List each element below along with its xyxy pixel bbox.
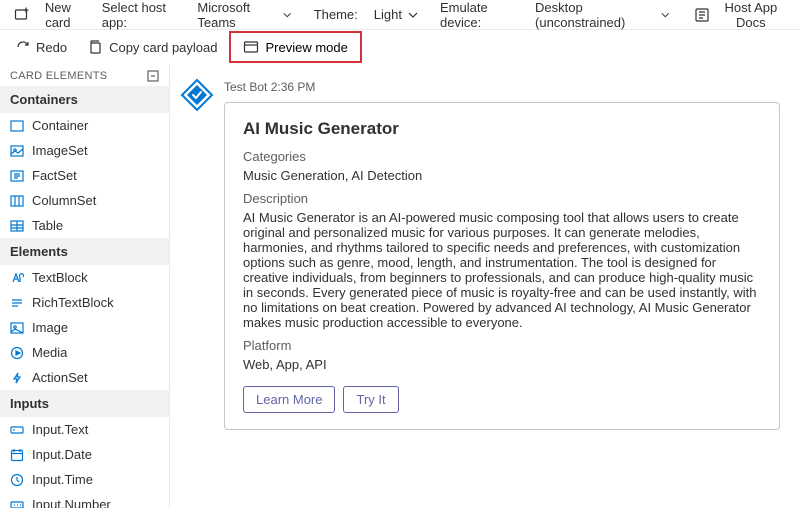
- emulate-dropdown[interactable]: Desktop (unconstrained): [527, 0, 678, 34]
- sidebar-item-container[interactable]: Container: [0, 113, 169, 138]
- input-time-icon: [10, 473, 24, 487]
- sidebar-item-image[interactable]: Image: [0, 315, 169, 340]
- host-app-docs-label: Host App Docs: [716, 0, 786, 30]
- sidebar-item-richtextblock[interactable]: RichTextBlock: [0, 290, 169, 315]
- sidebar-item-factset[interactable]: FactSet: [0, 163, 169, 188]
- host-app-dropdown[interactable]: Microsoft Teams: [189, 0, 299, 34]
- sidebar-item-label: Media: [32, 345, 67, 360]
- columnset-icon: [10, 194, 24, 208]
- sidebar-item-label: RichTextBlock: [32, 295, 114, 310]
- sidebar-item-label: FactSet: [32, 168, 77, 183]
- sidebar-item-label: Container: [32, 118, 88, 133]
- sidebar-item-label: Table: [32, 218, 63, 233]
- bot-name: Test Bot: [224, 80, 267, 94]
- host-app-value: Microsoft Teams: [197, 0, 277, 30]
- redo-label: Redo: [36, 40, 67, 55]
- sidebar-item-label: Input.Time: [32, 472, 93, 487]
- theme-label: Theme:: [304, 7, 362, 22]
- sidebar-item-imageset[interactable]: ImageSet: [0, 138, 169, 163]
- image-icon: [10, 321, 24, 335]
- bot-meta: Test Bot 2:36 PM: [224, 80, 780, 94]
- bot-time: 2:36 PM: [271, 80, 316, 94]
- theme-dropdown[interactable]: Light: [366, 3, 426, 26]
- new-card-button[interactable]: New card: [6, 0, 88, 34]
- docs-icon: [694, 7, 710, 23]
- sidebar-item-label: ImageSet: [32, 143, 88, 158]
- card-platform-label: Platform: [243, 338, 761, 353]
- main-layout: CARD ELEMENTS Containers Container Image…: [0, 64, 800, 508]
- table-icon: [10, 219, 24, 233]
- sidebar-item-actionset[interactable]: ActionSet: [0, 365, 169, 390]
- sidebar-item-label: ActionSet: [32, 370, 88, 385]
- chevron-down-icon: [283, 10, 291, 20]
- sidebar-group-elements[interactable]: Elements: [0, 238, 169, 265]
- bot-avatar-icon: [180, 78, 214, 112]
- emulate-value: Desktop (unconstrained): [535, 0, 655, 30]
- copy-payload-button[interactable]: Copy card payload: [79, 35, 225, 59]
- card-actions: Learn More Try It: [243, 386, 761, 413]
- factset-icon: [10, 169, 24, 183]
- sidebar-item-textblock[interactable]: TextBlock: [0, 265, 169, 290]
- redo-icon: [14, 39, 30, 55]
- sidebar-item-input-text[interactable]: Input.Text: [0, 417, 169, 442]
- actionset-icon: [10, 371, 24, 385]
- sidebar-item-columnset[interactable]: ColumnSet: [0, 188, 169, 213]
- sidebar-item-input-number[interactable]: Input.Number: [0, 492, 169, 508]
- secondary-toolbar: Redo Copy card payload Preview mode: [0, 30, 800, 64]
- sidebar-item-label: ColumnSet: [32, 193, 96, 208]
- input-date-icon: [10, 448, 24, 462]
- card-elements-header: CARD ELEMENTS: [0, 64, 169, 86]
- imageset-icon: [10, 144, 24, 158]
- sidebar-item-label: Input.Text: [32, 422, 88, 437]
- input-number-icon: [10, 498, 24, 508]
- preview-mode-button[interactable]: Preview mode: [233, 35, 357, 59]
- preview-mode-label: Preview mode: [265, 40, 347, 55]
- sidebar-item-media[interactable]: Media: [0, 340, 169, 365]
- container-icon: [10, 119, 24, 133]
- sidebar-item-input-date[interactable]: Input.Date: [0, 442, 169, 467]
- preview-icon: [243, 39, 259, 55]
- richtext-icon: [10, 296, 24, 310]
- theme-value: Light: [374, 7, 402, 22]
- sidebar-item-table[interactable]: Table: [0, 213, 169, 238]
- preview-area: Test Bot 2:36 PM AI Music Generator Cate…: [170, 64, 800, 508]
- input-text-icon: [10, 423, 24, 437]
- sidebar-group-containers[interactable]: Containers: [0, 86, 169, 113]
- textblock-icon: [10, 271, 24, 285]
- card-description: AI Music Generator is an AI-powered musi…: [243, 210, 761, 330]
- chevron-down-icon: [408, 10, 418, 20]
- sidebar-item-label: TextBlock: [32, 270, 88, 285]
- learn-more-button[interactable]: Learn More: [243, 386, 335, 413]
- card-description-label: Description: [243, 191, 761, 206]
- host-app-docs-button[interactable]: Host App Docs: [686, 0, 794, 34]
- sidebar-group-inputs[interactable]: Inputs: [0, 390, 169, 417]
- card-platform: Web, App, API: [243, 357, 761, 372]
- emulate-label: Emulate device:: [430, 0, 523, 30]
- card-elements-panel: CARD ELEMENTS Containers Container Image…: [0, 64, 170, 508]
- sidebar-item-label: Image: [32, 320, 68, 335]
- copy-payload-label: Copy card payload: [109, 40, 217, 55]
- card-elements-title: CARD ELEMENTS: [10, 70, 107, 82]
- sidebar-item-label: Input.Number: [32, 497, 111, 508]
- adaptive-card: AI Music Generator Categories Music Gene…: [224, 102, 780, 430]
- copy-icon: [87, 39, 103, 55]
- collapse-icon[interactable]: [147, 70, 159, 82]
- top-toolbar: New card Select host app: Microsoft Team…: [0, 0, 800, 30]
- redo-button[interactable]: Redo: [6, 35, 75, 59]
- card-column: Test Bot 2:36 PM AI Music Generator Cate…: [224, 72, 800, 508]
- chevron-down-icon: [661, 10, 669, 20]
- media-icon: [10, 346, 24, 360]
- card-title: AI Music Generator: [243, 119, 761, 139]
- preview-mode-highlight: Preview mode: [229, 31, 361, 63]
- try-it-button[interactable]: Try It: [343, 386, 398, 413]
- select-host-label: Select host app:: [92, 0, 186, 30]
- sidebar-item-input-time[interactable]: Input.Time: [0, 467, 169, 492]
- sidebar-item-label: Input.Date: [32, 447, 92, 462]
- new-card-icon: [14, 7, 30, 23]
- card-categories-label: Categories: [243, 149, 761, 164]
- card-categories: Music Generation, AI Detection: [243, 168, 761, 183]
- new-card-label: New card: [36, 0, 80, 30]
